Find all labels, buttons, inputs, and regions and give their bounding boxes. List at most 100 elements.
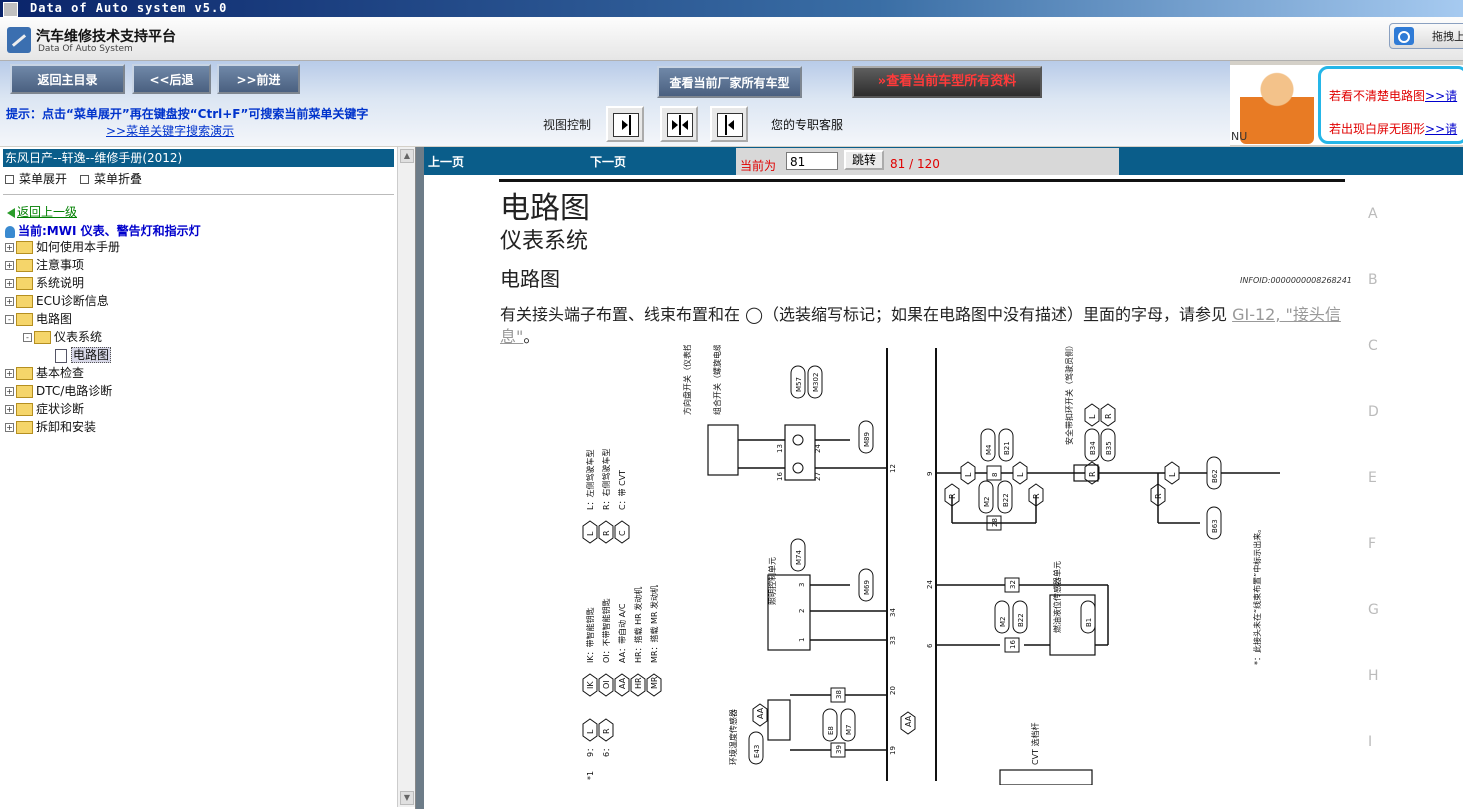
folder-icon xyxy=(16,385,33,398)
diagram-label: L：左侧驾驶车型 xyxy=(585,450,595,510)
component-box xyxy=(784,424,816,481)
grid-letter: G xyxy=(1368,602,1379,618)
diagram-label: L xyxy=(1016,472,1025,477)
current-page-label: 当前为 xyxy=(740,159,777,173)
menu-expand-label: 菜单展开 xyxy=(19,172,68,186)
expand-node-icon[interactable]: + xyxy=(5,261,14,270)
diagram-label: 33 xyxy=(889,636,897,645)
folder-icon xyxy=(16,403,33,416)
grid-letter: B xyxy=(1368,272,1378,288)
ad-line1-link[interactable]: >>请 xyxy=(1425,89,1457,103)
menu-scrollbar[interactable]: ▲ ▼ xyxy=(397,147,415,807)
diagram-label: L xyxy=(964,472,973,477)
diagram-label: R xyxy=(1088,471,1097,477)
collapse-node-icon[interactable]: - xyxy=(23,333,32,342)
double-chevron-icon: » xyxy=(877,74,887,89)
folder-icon xyxy=(16,259,33,272)
view-expand-left-button[interactable] xyxy=(710,106,748,142)
expand-node-icon[interactable]: + xyxy=(5,423,14,432)
ad-line2-link[interactable]: >>请 xyxy=(1425,122,1457,136)
document-paragraph: 有关接头端子布置、线束布置和在 ◯（选装缩写标记；如果在电路图中没有描述）里面的… xyxy=(500,304,1345,348)
tree-item[interactable]: - 仪表系统 xyxy=(23,328,102,346)
tree-item[interactable]: - 电路图 xyxy=(5,310,72,328)
drag-search-button[interactable]: 拖拽上 xyxy=(1389,23,1463,49)
forward-button[interactable]: >>前进 xyxy=(217,64,300,94)
diagram-label: B21 xyxy=(1003,441,1011,455)
tree-item-label: 系统说明 xyxy=(36,276,85,290)
diagram-label: M2 xyxy=(983,497,991,508)
tree-item-label: 电路图 xyxy=(71,347,112,363)
diagram-label: L xyxy=(586,729,595,734)
manual-title: 东风日产--轩逸--维修手册(2012) xyxy=(3,149,394,167)
expand-node-icon[interactable]: + xyxy=(5,387,14,396)
grid-letter: A xyxy=(1368,206,1378,222)
diagram-label: AA xyxy=(618,677,627,689)
tree-item[interactable]: + 系统说明 xyxy=(5,274,84,292)
view-expand-right-button[interactable] xyxy=(606,106,644,142)
diagram-label: 燃油液位传感器单元 xyxy=(1052,561,1062,633)
collapse-box-icon xyxy=(80,175,89,184)
panel-left-icon xyxy=(717,113,743,137)
diagram-label: *1 xyxy=(586,771,595,780)
diagram-label: *：此接头未在“线束布置”中标示出来。 xyxy=(1252,525,1262,665)
diagram-label: 9： xyxy=(586,744,595,757)
ad-line2-text: 若出现白屏无图形 xyxy=(1329,122,1426,136)
folder-icon xyxy=(16,277,33,290)
home-button[interactable]: 返回主目录 xyxy=(10,64,125,94)
scroll-down-arrow-icon[interactable]: ▼ xyxy=(400,791,414,805)
manufacturer-models-button[interactable]: 查看当前厂家所有车型 xyxy=(657,66,802,98)
window-title: Data of Auto system v5.0 xyxy=(30,1,228,15)
diagram-label: 24 xyxy=(926,580,934,589)
page-number-input[interactable]: 81 xyxy=(786,152,838,170)
expand-node-icon[interactable]: + xyxy=(5,279,14,288)
tree-item-label: 注意事项 xyxy=(36,258,85,272)
diagram-label: C：带 CVT xyxy=(618,470,627,510)
collapse-node-icon[interactable]: - xyxy=(5,315,14,324)
prev-page-link[interactable]: 上一页 xyxy=(428,153,464,170)
tree-item[interactable]: + 注意事项 xyxy=(5,256,84,274)
expand-node-icon[interactable]: + xyxy=(5,369,14,378)
diagram-label: M302 xyxy=(812,373,820,392)
tree-item[interactable]: + DTC/电路诊断 xyxy=(5,382,112,400)
diagram-label: AA xyxy=(904,715,913,727)
up-level-link[interactable]: 返回上一级 xyxy=(7,203,77,220)
tree-item[interactable]: + 如何使用本手册 xyxy=(5,238,120,256)
diagram-label: 1 xyxy=(798,638,806,642)
menu-collapse-control[interactable]: 菜单折叠 xyxy=(80,170,142,187)
grid-letter: F xyxy=(1368,536,1377,552)
tree-item[interactable]: 电路图 xyxy=(55,346,112,364)
diagram-label: 20 xyxy=(889,686,897,695)
folder-icon xyxy=(16,313,33,326)
diagram-label: B63 xyxy=(1211,519,1219,533)
tree-item-label: 拆卸和安装 xyxy=(36,420,97,434)
diagram-label: M69 xyxy=(863,580,871,595)
current-section-label: 当前:MWI 仪表、警告灯和指示灯 xyxy=(18,224,201,238)
jump-button[interactable]: 跳转 xyxy=(844,150,884,170)
diagram-label: OI xyxy=(602,680,611,689)
diagram-label: M4 xyxy=(985,444,993,455)
grid-letter: E xyxy=(1368,470,1377,486)
document-subheading: 仪表系统 xyxy=(500,229,589,254)
tree-item[interactable]: + ECU诊断信息 xyxy=(5,292,109,310)
view-split-button[interactable] xyxy=(660,106,698,142)
tree-item[interactable]: + 基本检查 xyxy=(5,364,84,382)
pane-splitter[interactable] xyxy=(416,147,424,809)
diagram-label: M2 xyxy=(999,617,1007,628)
diagram-label: HR xyxy=(634,677,643,689)
expand-node-icon[interactable]: + xyxy=(5,297,14,306)
search-plugin-icon xyxy=(1394,27,1414,45)
expand-node-icon[interactable]: + xyxy=(5,405,14,414)
tree-item[interactable]: + 拆卸和安装 xyxy=(5,418,96,436)
next-page-link[interactable]: 下一页 xyxy=(590,153,626,170)
search-demo-link[interactable]: >>菜单关键字搜索演示 xyxy=(106,122,234,139)
expand-box-icon xyxy=(5,175,14,184)
expand-node-icon[interactable]: + xyxy=(5,243,14,252)
diagram-label: 24 xyxy=(814,444,822,453)
scroll-up-arrow-icon[interactable]: ▲ xyxy=(400,149,414,163)
all-model-info-button[interactable]: »查看当前车型所有资料 xyxy=(852,66,1042,98)
component-box xyxy=(767,699,791,741)
tree-item[interactable]: + 症状诊断 xyxy=(5,400,84,418)
menu-expand-control[interactable]: 菜单展开 xyxy=(5,170,67,187)
diagram-label: 13 xyxy=(776,444,784,453)
back-button[interactable]: <<后退 xyxy=(132,64,211,94)
